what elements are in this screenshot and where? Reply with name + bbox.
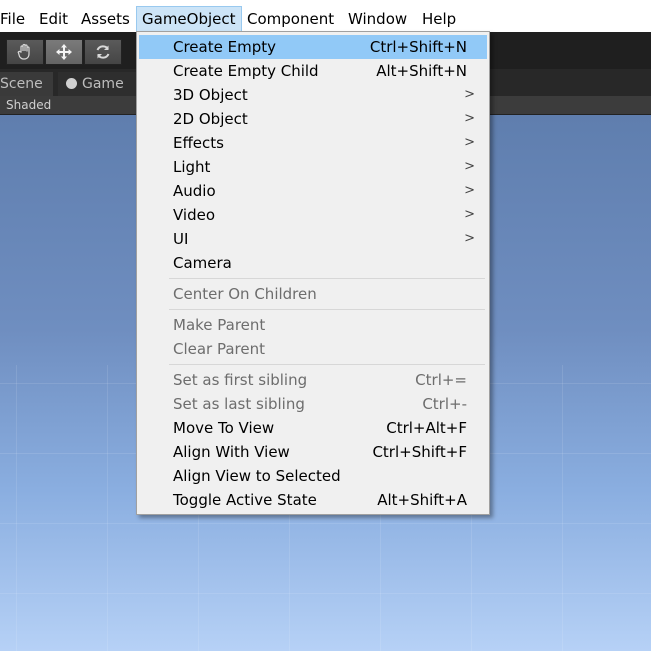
menu-item-label: Effects [173,134,224,152]
menu-item-shortcut: Ctrl+= [415,371,467,389]
move-tool-button[interactable] [45,39,83,65]
menu-item-video[interactable]: Video > [139,203,487,227]
menu-item-label: 3D Object [173,86,248,104]
menu-item-2d-object[interactable]: 2D Object > [139,107,487,131]
tab-game[interactable]: Game [58,72,136,96]
menu-item-shortcut: Ctrl+- [422,395,467,413]
menu-item-clear-parent: Clear Parent [139,337,487,361]
menu-item-align-view-to-selected[interactable]: Align View to Selected [139,464,487,488]
submenu-arrow-icon: > [464,111,475,126]
hand-tool-button[interactable] [6,39,44,65]
menu-gameobject[interactable]: GameObject [136,6,242,32]
tab-scene-label: Scene [0,76,43,92]
submenu-arrow-icon: > [464,207,475,222]
menu-assets[interactable]: Assets [81,7,130,31]
menu-file[interactable]: File [0,7,25,31]
rotate-tool-button[interactable] [84,39,122,65]
tab-scene[interactable]: Scene [0,72,53,96]
menu-item-ui[interactable]: UI > [139,227,487,251]
gameobject-menu: Create Empty Ctrl+Shift+N Create Empty C… [136,31,490,515]
menu-item-label: Toggle Active State [173,491,317,509]
menu-item-camera[interactable]: Camera [139,251,487,275]
menu-item-make-parent: Make Parent [139,313,487,337]
menu-item-align-with-view[interactable]: Align With View Ctrl+Shift+F [139,440,487,464]
menu-help[interactable]: Help [422,7,456,31]
menu-item-label: Video [173,206,216,224]
menu-item-shortcut: Ctrl+Alt+F [386,419,467,437]
menu-item-label: Camera [173,254,232,272]
move-icon [56,44,72,60]
menu-item-shortcut: Alt+Shift+N [376,62,467,80]
menu-item-label: Clear Parent [173,340,266,358]
submenu-arrow-icon: > [464,135,475,150]
menu-item-audio[interactable]: Audio > [139,179,487,203]
menu-item-3d-object[interactable]: 3D Object > [139,83,487,107]
menu-item-label: UI [173,230,189,248]
rotate-icon [96,45,110,59]
submenu-arrow-icon: > [464,183,475,198]
menu-edit[interactable]: Edit [39,7,68,31]
menu-item-label: Align View to Selected [173,467,341,485]
menu-window[interactable]: Window [348,7,407,31]
tab-game-label: Game [82,76,124,92]
menu-item-center-on-children: Center On Children [139,282,487,306]
menu-item-label: Light [173,158,211,176]
menu-item-label: Align With View [173,443,290,461]
menu-separator [169,309,485,310]
menu-item-create-empty[interactable]: Create Empty Ctrl+Shift+N [139,35,487,59]
submenu-arrow-icon: > [464,231,475,246]
menu-item-light[interactable]: Light > [139,155,487,179]
menu-item-label: Set as last sibling [173,395,305,413]
menu-separator [169,278,485,279]
menu-item-shortcut: Ctrl+Shift+N [369,38,467,56]
menu-item-label: Create Empty Child [173,62,319,80]
menu-item-label: 2D Object [173,110,248,128]
menu-item-move-to-view[interactable]: Move To View Ctrl+Alt+F [139,416,487,440]
menu-item-label: Center On Children [173,285,317,303]
submenu-arrow-icon: > [464,159,475,174]
menu-component[interactable]: Component [247,7,334,31]
menu-item-label: Audio [173,182,216,200]
submenu-arrow-icon: > [464,87,475,102]
menu-item-set-first-sibling: Set as first sibling Ctrl+= [139,368,487,392]
draw-mode-dropdown[interactable]: Shaded [6,97,51,113]
menu-item-effects[interactable]: Effects > [139,131,487,155]
menu-item-set-last-sibling: Set as last sibling Ctrl+- [139,392,487,416]
menu-item-label: Set as first sibling [173,371,308,389]
menu-item-shortcut: Ctrl+Shift+F [372,443,467,461]
hand-icon [17,43,30,60]
menu-item-label: Move To View [173,419,275,437]
menu-item-label: Create Empty [173,38,276,56]
game-icon [66,78,77,89]
menu-item-create-empty-child[interactable]: Create Empty Child Alt+Shift+N [139,59,487,83]
menu-item-toggle-active-state[interactable]: Toggle Active State Alt+Shift+A [139,488,487,512]
menu-item-shortcut: Alt+Shift+A [377,491,467,509]
menu-separator [169,364,485,365]
menu-bar: File Edit Assets GameObject Component Wi… [0,0,651,32]
menu-item-label: Make Parent [173,316,266,334]
